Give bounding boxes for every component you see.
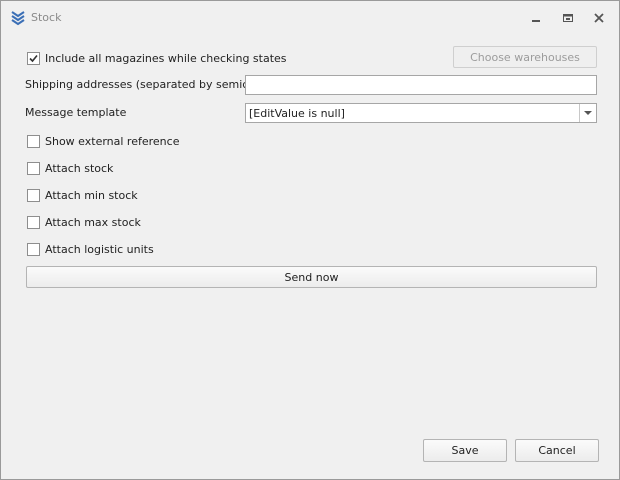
- checkbox-box[interactable]: [27, 215, 40, 229]
- message-template-value: [EditValue is null]: [249, 107, 345, 120]
- attach-logistic-units-label: Attach logistic units: [45, 242, 154, 256]
- message-template-label: Message template: [25, 106, 127, 119]
- checkbox-box[interactable]: [27, 188, 40, 202]
- attach-stock-label: Attach stock: [45, 161, 114, 175]
- dialog-content: Include all magazines while checking sta…: [1, 33, 619, 479]
- checkmark-icon: [29, 54, 38, 62]
- include-all-magazines-label: Include all magazines while checking sta…: [45, 51, 287, 65]
- cancel-button[interactable]: Cancel: [515, 439, 599, 462]
- show-external-reference-label: Show external reference: [45, 134, 180, 148]
- message-template-dropdown[interactable]: [EditValue is null]: [245, 103, 597, 123]
- title-bar[interactable]: Stock: [1, 1, 619, 33]
- save-button[interactable]: Save: [423, 439, 507, 462]
- attach-logistic-units-checkbox[interactable]: Attach logistic units: [27, 241, 154, 257]
- minimize-icon[interactable]: [528, 10, 544, 26]
- attach-max-stock-label: Attach max stock: [45, 215, 141, 229]
- window-title: Stock: [31, 11, 62, 24]
- chevron-down-icon: [584, 111, 592, 115]
- checkbox-box[interactable]: [27, 134, 40, 148]
- checkbox-box[interactable]: [27, 51, 40, 65]
- close-icon[interactable]: [591, 10, 607, 26]
- dropdown-button[interactable]: [579, 104, 596, 122]
- stock-window: Stock Include all magazines while checki…: [0, 0, 620, 480]
- attach-max-stock-checkbox[interactable]: Attach max stock: [27, 214, 141, 230]
- choose-warehouses-button[interactable]: Choose warehouses: [453, 46, 597, 68]
- restore-icon[interactable]: [560, 10, 576, 26]
- checkbox-box[interactable]: [27, 161, 40, 175]
- attach-min-stock-checkbox[interactable]: Attach min stock: [27, 187, 138, 203]
- show-external-reference-checkbox[interactable]: Show external reference: [27, 133, 179, 149]
- attach-stock-checkbox[interactable]: Attach stock: [27, 160, 113, 176]
- stacked-chevrons-icon: [11, 10, 25, 26]
- checkbox-box[interactable]: [27, 242, 40, 256]
- include-all-magazines-checkbox[interactable]: Include all magazines while checking sta…: [27, 50, 287, 66]
- shipping-addresses-input[interactable]: [245, 75, 597, 95]
- attach-min-stock-label: Attach min stock: [45, 188, 138, 202]
- shipping-addresses-label: Shipping addresses (separated by semicol…: [25, 78, 277, 91]
- send-now-button[interactable]: Send now: [26, 266, 597, 288]
